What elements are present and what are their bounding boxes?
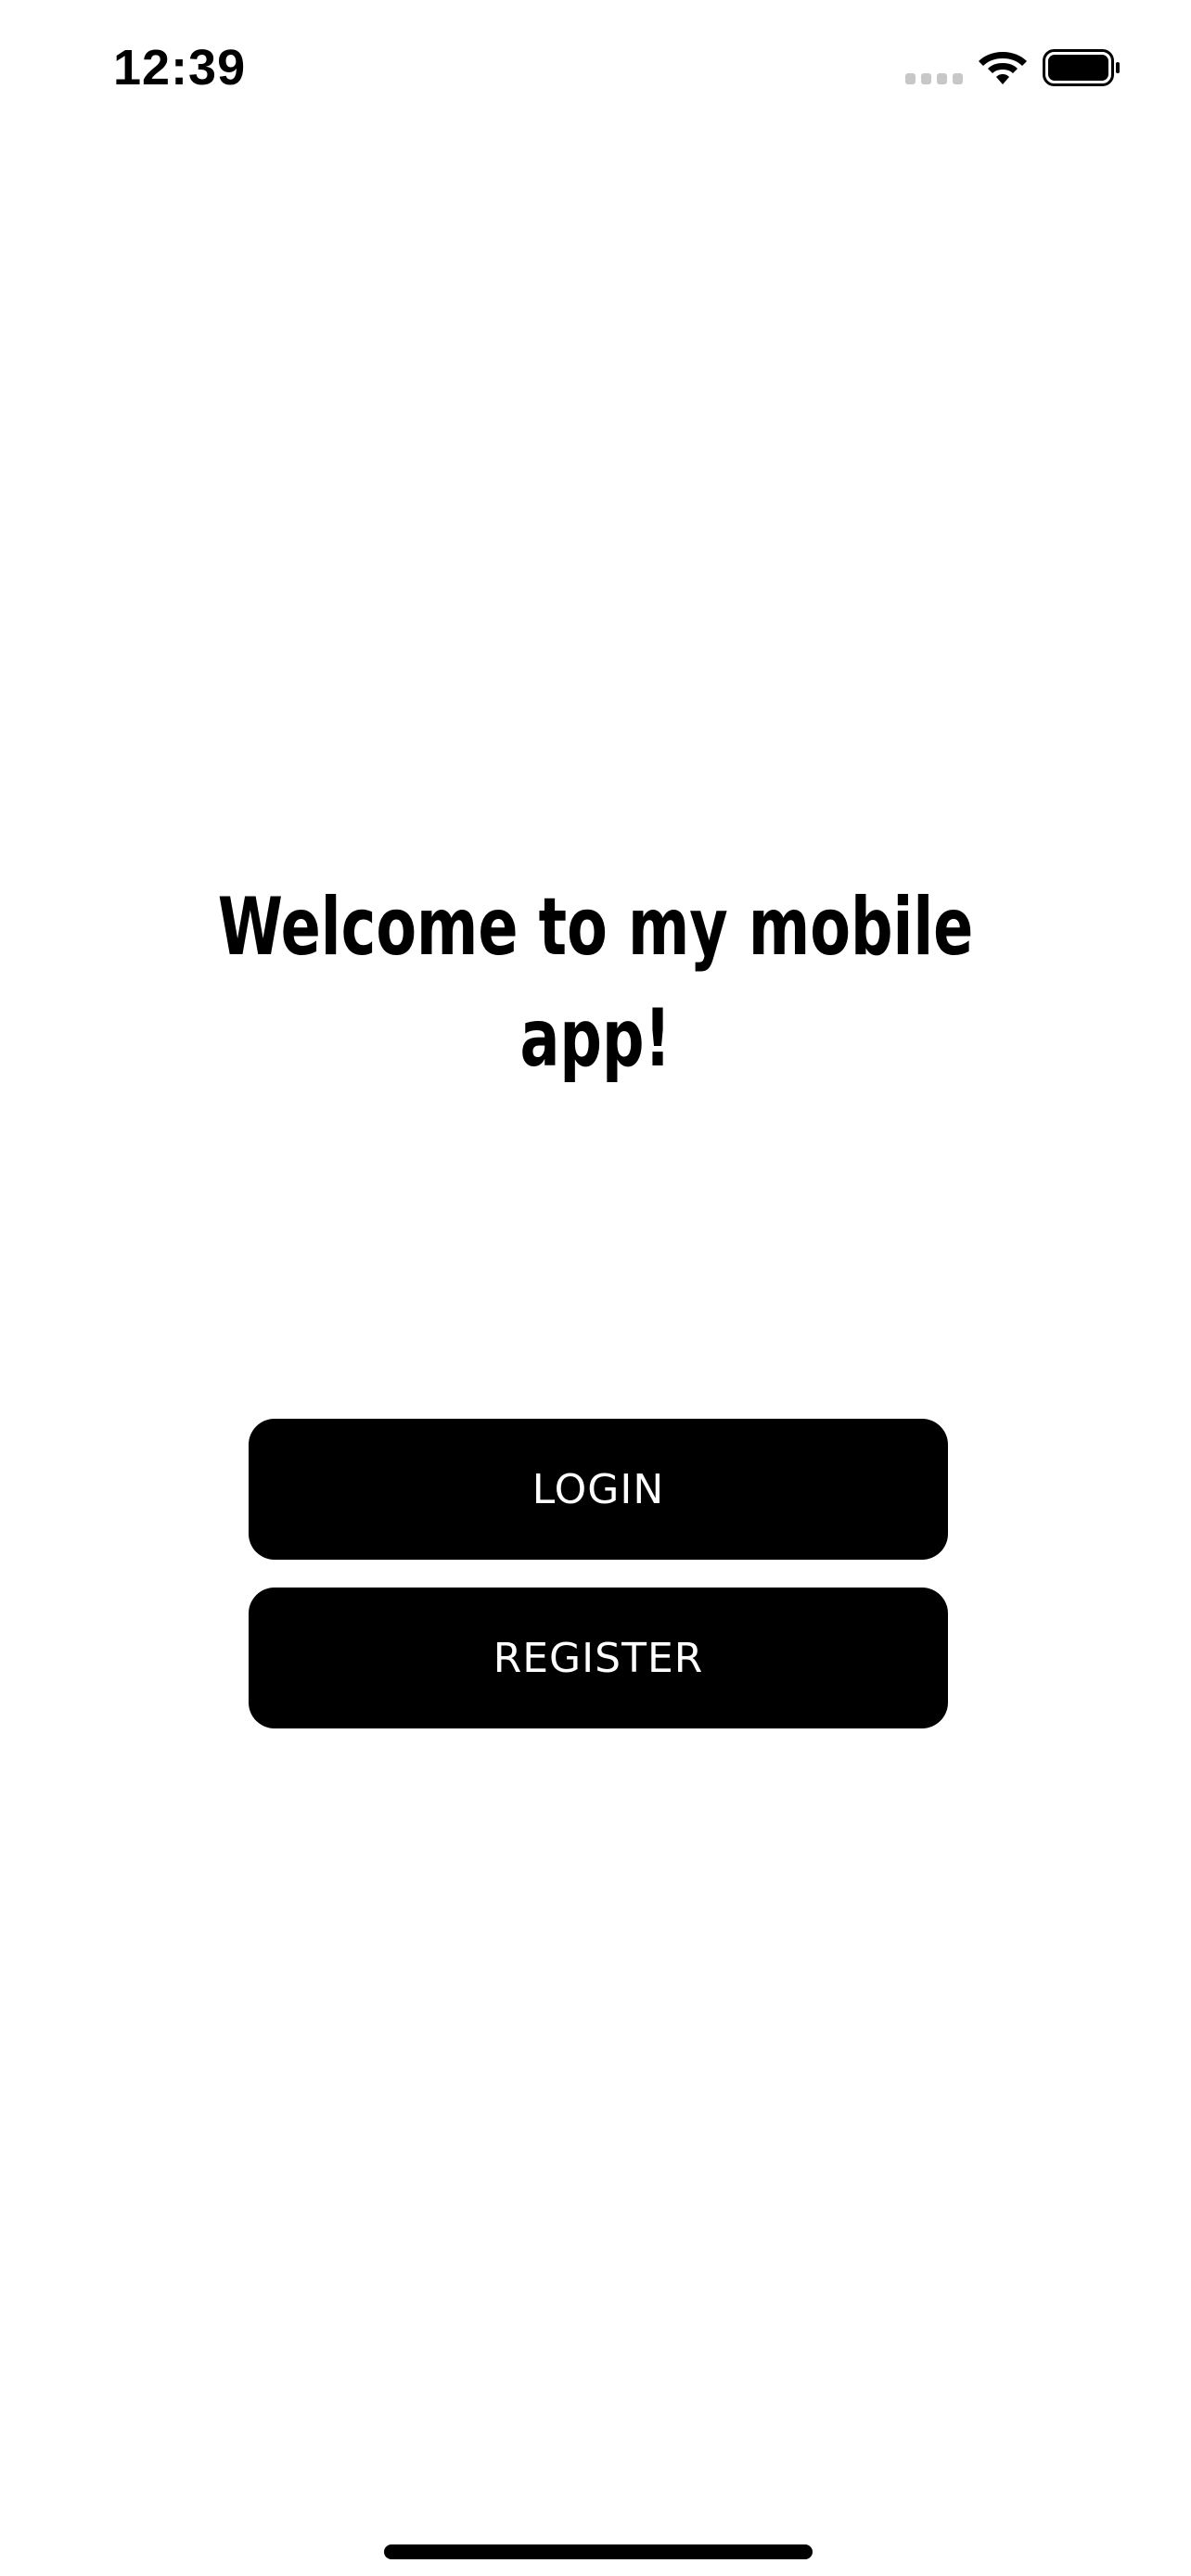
register-button[interactable]: REGISTER <box>249 1588 948 1728</box>
welcome-title: Welcome to my mobile app! <box>217 881 974 1085</box>
cellular-signal-icon <box>905 73 963 84</box>
login-button-label: LOGIN <box>531 1465 665 1513</box>
status-time: 12:39 <box>113 40 247 96</box>
login-button[interactable]: LOGIN <box>249 1419 948 1560</box>
status-bar: 12:39 <box>0 0 1191 139</box>
battery-icon <box>1043 49 1120 86</box>
wifi-icon <box>979 52 1027 84</box>
home-indicator[interactable] <box>384 2544 813 2559</box>
register-button-label: REGISTER <box>493 1634 704 1682</box>
